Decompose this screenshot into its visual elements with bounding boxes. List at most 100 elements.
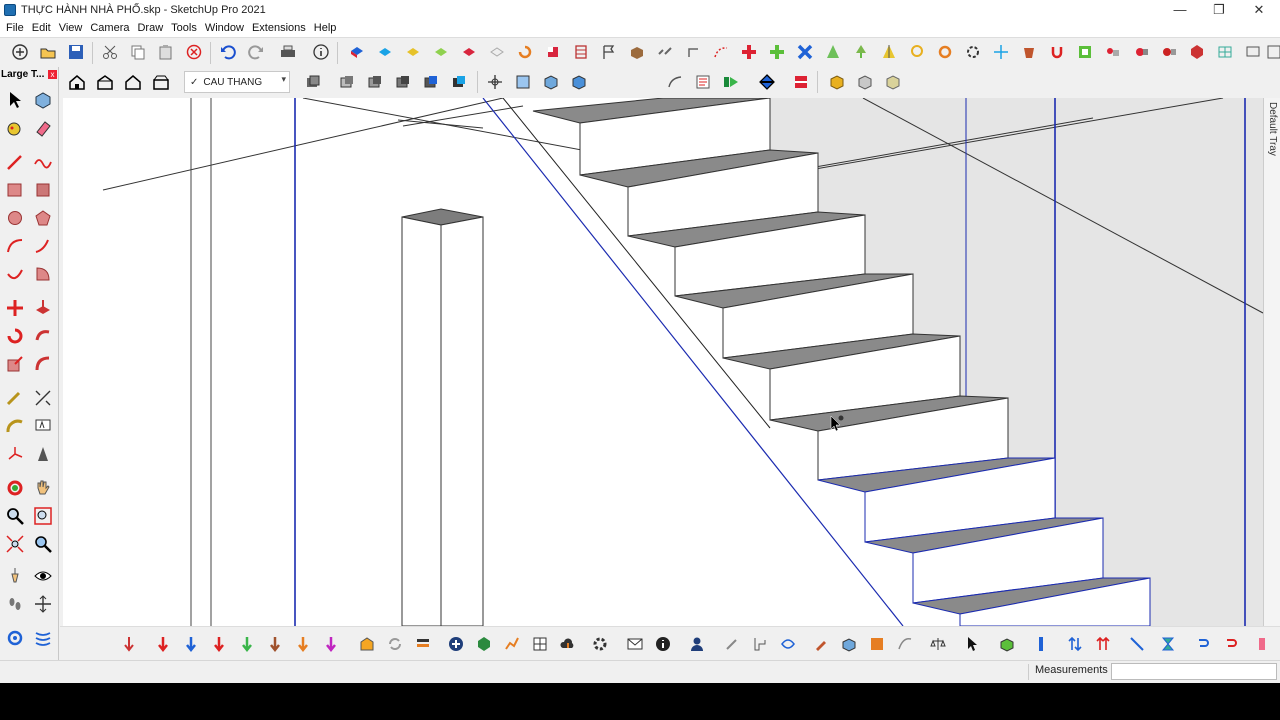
polygon-icon[interactable] bbox=[31, 206, 55, 230]
rotate-orange-icon[interactable] bbox=[513, 40, 537, 64]
section-box-4-icon[interactable] bbox=[419, 70, 443, 94]
make-component-icon[interactable] bbox=[31, 88, 55, 112]
outline-face-icon[interactable] bbox=[485, 40, 509, 64]
select-cursor-icon[interactable] bbox=[961, 632, 985, 656]
section-box-3-icon[interactable] bbox=[391, 70, 415, 94]
section-plane-icon[interactable] bbox=[755, 70, 779, 94]
tape-measure-icon[interactable] bbox=[3, 386, 27, 410]
red-cross-icon[interactable] bbox=[737, 40, 761, 64]
multi-shape-icon[interactable] bbox=[1101, 40, 1125, 64]
menu-camera[interactable]: Camera bbox=[86, 22, 133, 34]
curve-icon[interactable] bbox=[893, 632, 917, 656]
user-icon[interactable] bbox=[685, 632, 709, 656]
frame-icon[interactable] bbox=[1262, 40, 1280, 64]
copy-icon[interactable] bbox=[126, 40, 150, 64]
info-icon[interactable] bbox=[651, 632, 675, 656]
orbit-icon[interactable] bbox=[3, 476, 27, 500]
up-down-arrows-icon[interactable] bbox=[1063, 632, 1087, 656]
look-around-eye-icon[interactable] bbox=[31, 564, 55, 588]
extension-arrow-orange-icon[interactable] bbox=[291, 632, 315, 656]
lasso-icon[interactable] bbox=[905, 40, 929, 64]
menu-help[interactable]: Help bbox=[310, 22, 341, 34]
red-u-icon[interactable] bbox=[1045, 40, 1069, 64]
scale-tool-icon[interactable] bbox=[3, 352, 27, 376]
pan-hand-icon[interactable] bbox=[31, 476, 55, 500]
print-icon[interactable] bbox=[276, 40, 300, 64]
front-cube-view-icon[interactable] bbox=[539, 70, 563, 94]
position-camera-icon[interactable] bbox=[3, 564, 27, 588]
paint-brush-icon[interactable] bbox=[809, 632, 833, 656]
section-cut-icon[interactable] bbox=[789, 70, 813, 94]
green-cube-icon[interactable] bbox=[995, 632, 1019, 656]
iso-view-icon[interactable] bbox=[483, 70, 507, 94]
offset-line-icon[interactable] bbox=[681, 40, 705, 64]
previous-view-icon[interactable] bbox=[31, 532, 55, 556]
top-view-house-icon[interactable] bbox=[93, 70, 117, 94]
scene-dropdown[interactable]: ✓ CAU THANG ▾ bbox=[184, 71, 290, 93]
undo-icon[interactable] bbox=[216, 40, 240, 64]
cloud-upload-icon[interactable] bbox=[556, 632, 580, 656]
paste-icon[interactable] bbox=[154, 40, 178, 64]
yellow-face-icon[interactable] bbox=[401, 40, 425, 64]
top-cube-view-icon[interactable] bbox=[511, 70, 535, 94]
model-info-icon[interactable] bbox=[309, 40, 333, 64]
red-face-icon[interactable] bbox=[457, 40, 481, 64]
line-pencil-icon[interactable] bbox=[3, 150, 27, 174]
balance-scale-icon[interactable] bbox=[926, 632, 950, 656]
three-point-arc-icon[interactable] bbox=[3, 262, 27, 286]
axes-tool-icon[interactable] bbox=[3, 442, 27, 466]
extension-arrow-green-icon[interactable] bbox=[235, 632, 259, 656]
sandbox-from-contours-icon[interactable] bbox=[3, 626, 27, 650]
up-red-arrows-icon[interactable] bbox=[1091, 632, 1115, 656]
red-hook-icon[interactable] bbox=[1219, 632, 1243, 656]
cut-icon[interactable] bbox=[98, 40, 122, 64]
extension-arrow-1-icon[interactable] bbox=[117, 632, 141, 656]
restore-button[interactable]: ❐ bbox=[1199, 0, 1239, 19]
ruler-icon[interactable] bbox=[748, 632, 772, 656]
zoom-extents-icon[interactable] bbox=[3, 532, 27, 556]
minimize-button[interactable]: — bbox=[1160, 0, 1200, 19]
rotated-rectangle-icon[interactable] bbox=[31, 178, 55, 202]
image-icon[interactable] bbox=[865, 632, 889, 656]
walk-footprints-icon[interactable] bbox=[3, 592, 27, 616]
green-block-icon[interactable] bbox=[1073, 40, 1097, 64]
move-tool-icon[interactable] bbox=[3, 296, 27, 320]
box-brown-icon[interactable] bbox=[625, 40, 649, 64]
pencil-gray-icon[interactable] bbox=[720, 632, 744, 656]
yellow-pyramid-icon[interactable] bbox=[877, 40, 901, 64]
push-pull-icon[interactable] bbox=[31, 296, 55, 320]
dimension-arc-icon[interactable] bbox=[663, 70, 687, 94]
extension-arrow-magenta-icon[interactable] bbox=[319, 632, 343, 656]
layer-stack-icon[interactable] bbox=[301, 70, 325, 94]
extension-arrow-blue-icon[interactable] bbox=[179, 632, 203, 656]
two-point-arc-icon[interactable] bbox=[31, 234, 55, 258]
checker-icon[interactable] bbox=[528, 632, 552, 656]
side-view-house-icon[interactable] bbox=[149, 70, 173, 94]
section-plane-tool-icon[interactable] bbox=[31, 592, 55, 616]
freehand-icon[interactable] bbox=[31, 150, 55, 174]
select-arrow-icon[interactable] bbox=[3, 88, 27, 112]
offset-tool-icon[interactable] bbox=[31, 352, 55, 376]
pink-tool-icon[interactable] bbox=[1251, 632, 1275, 656]
green-cross-icon[interactable] bbox=[765, 40, 789, 64]
green-hex-icon[interactable] bbox=[472, 632, 496, 656]
swirl-icon[interactable] bbox=[776, 632, 800, 656]
red-gear-icon[interactable] bbox=[1129, 40, 1153, 64]
extension-arrow-red-icon[interactable] bbox=[207, 632, 231, 656]
report-icon[interactable] bbox=[691, 70, 715, 94]
x-axis-view-icon[interactable] bbox=[345, 40, 369, 64]
warehouse-icon[interactable] bbox=[355, 632, 379, 656]
menu-view[interactable]: View bbox=[55, 22, 87, 34]
pie-icon[interactable] bbox=[31, 262, 55, 286]
extension-arrow-2-icon[interactable] bbox=[151, 632, 175, 656]
red-square-icon[interactable] bbox=[541, 40, 565, 64]
circle-icon[interactable] bbox=[3, 206, 27, 230]
right-cube-view-icon[interactable] bbox=[567, 70, 591, 94]
protractor-icon[interactable] bbox=[3, 414, 27, 438]
play-green-icon[interactable] bbox=[719, 70, 743, 94]
menu-tools[interactable]: Tools bbox=[167, 22, 201, 34]
extension-arrow-brown-icon[interactable] bbox=[263, 632, 287, 656]
silver-box-icon[interactable] bbox=[853, 70, 877, 94]
close-button[interactable]: ✕ bbox=[1239, 0, 1279, 19]
gear-outline-icon[interactable] bbox=[961, 40, 985, 64]
